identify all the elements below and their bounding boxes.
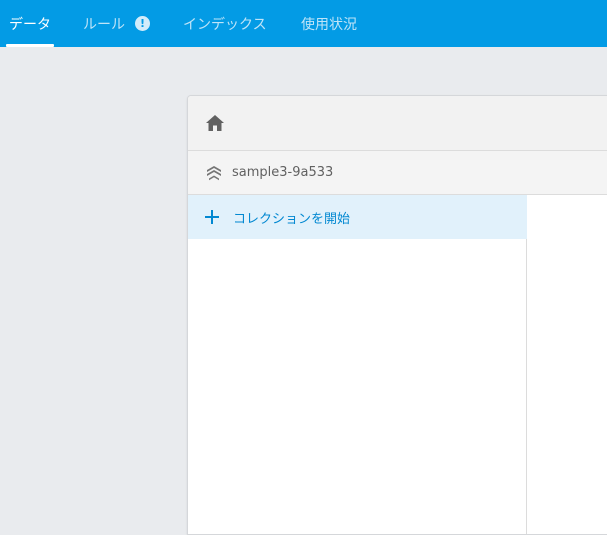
tab-indexes[interactable]: インデックス	[183, 0, 267, 47]
alert-circle-icon: !	[135, 16, 150, 31]
firestore-stack-icon	[207, 165, 221, 180]
tab-label: 使用状況	[301, 16, 357, 33]
tab-label: インデックス	[183, 16, 267, 33]
top-nav-bar: データ ルール ! インデックス 使用状況	[0, 0, 607, 47]
tab-usage[interactable]: 使用状況	[301, 0, 357, 47]
tab-data[interactable]: データ	[6, 0, 54, 47]
start-collection-button[interactable]: コレクションを開始	[188, 195, 527, 239]
start-collection-label: コレクションを開始	[233, 211, 351, 227]
collections-column: sample3-9a533 コレクションを開始	[188, 151, 527, 534]
tab-label: ルール	[83, 16, 125, 33]
tab-label: データ	[9, 16, 51, 33]
data-panel: sample3-9a533 コレクションを開始	[187, 95, 607, 535]
home-icon[interactable]	[205, 114, 225, 132]
database-name: sample3-9a533	[232, 165, 334, 180]
panel-header	[188, 96, 607, 151]
active-tab-indicator	[6, 44, 54, 47]
plus-icon	[205, 210, 219, 224]
database-row[interactable]: sample3-9a533	[188, 151, 527, 195]
tab-rules[interactable]: ルール !	[83, 0, 150, 47]
documents-column-header	[527, 151, 607, 195]
